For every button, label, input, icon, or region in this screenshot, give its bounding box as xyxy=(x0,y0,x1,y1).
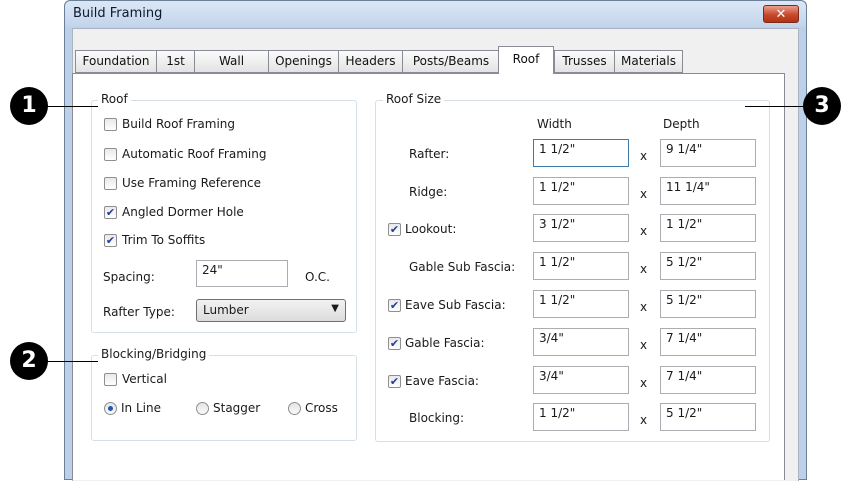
rafter-type-select[interactable]: Lumber ▼ xyxy=(196,299,346,322)
rafter-type-label: Rafter Type: xyxy=(103,305,175,319)
automatic-roof-framing-checkbox[interactable] xyxy=(104,148,117,161)
eave-fascia-width-input[interactable]: 3/4" xyxy=(533,366,629,394)
callout-2-line xyxy=(46,361,98,362)
use-framing-reference-label: Use Framing Reference xyxy=(122,176,262,190)
blocking-depth-input[interactable]: 5 1/2" xyxy=(660,403,756,431)
rafter-label: Rafter: xyxy=(409,147,450,161)
close-button[interactable]: ✕ xyxy=(763,5,799,23)
eave-fascia-x-separator: x xyxy=(640,376,648,390)
tab-materials[interactable]: Materials xyxy=(614,50,683,73)
ridge-x-separator: x xyxy=(640,187,648,201)
lookout-width-input[interactable]: 3 1/2" xyxy=(533,214,629,242)
dialog-title: Build Framing xyxy=(73,6,163,21)
gable-sub-fascia-x-separator: x xyxy=(640,262,648,276)
in-line-label: In Line xyxy=(121,401,161,415)
use-framing-reference-checkbox[interactable] xyxy=(104,177,117,190)
lookout-x-separator: x xyxy=(640,224,648,238)
tab-headers[interactable]: Headers xyxy=(338,50,403,73)
rafter-width-input[interactable]: 1 1/2" xyxy=(533,139,629,167)
ridge-depth-input[interactable]: 11 1/4" xyxy=(660,177,756,205)
gable-fascia-label: Gable Fascia: xyxy=(405,336,485,350)
tab-posts-beams[interactable]: Posts/Beams xyxy=(402,50,500,73)
gable-sub-fascia-label: Gable Sub Fascia: xyxy=(409,260,516,274)
vertical-checkbox[interactable] xyxy=(104,373,117,386)
vertical-label: Vertical xyxy=(122,372,167,386)
tab-trusses[interactable]: Trusses xyxy=(554,50,615,73)
callout-3-line xyxy=(745,106,805,107)
trim-to-soffits-checkbox[interactable]: ✔ xyxy=(104,234,117,247)
spacing-input[interactable]: 24" xyxy=(196,260,288,287)
lookout-depth-input[interactable]: 1 1/2" xyxy=(660,214,756,242)
spacing-label: Spacing: xyxy=(103,270,155,284)
blocking-width-input[interactable]: 1 1/2" xyxy=(533,403,629,431)
build-roof-framing-checkbox[interactable] xyxy=(104,118,117,131)
rafter-depth-input[interactable]: 9 1/4" xyxy=(660,139,756,167)
tab-roof[interactable]: Roof xyxy=(498,46,554,74)
chevron-down-icon: ▼ xyxy=(331,303,339,314)
roof-size-legend: Roof Size xyxy=(383,92,445,106)
gable-fascia-width-input[interactable]: 3/4" xyxy=(533,328,629,356)
spacing-unit-label: O.C. xyxy=(305,270,330,284)
blocking-label: Blocking: xyxy=(409,411,465,425)
rafter-type-value: Lumber xyxy=(203,303,249,317)
eave-sub-fascia-x-separator: x xyxy=(640,300,648,314)
callout-1: 1 xyxy=(10,87,48,125)
eave-fascia-depth-input[interactable]: 7 1/4" xyxy=(660,366,756,394)
tab-1st[interactable]: 1st xyxy=(156,50,195,73)
callout-3: 3 xyxy=(803,87,841,125)
gable-sub-fascia-depth-input[interactable]: 5 1/2" xyxy=(660,252,756,280)
ridge-width-input[interactable]: 1 1/2" xyxy=(533,177,629,205)
eave-fascia-label: Eave Fascia: xyxy=(405,374,479,388)
gable-fascia-x-separator: x xyxy=(640,338,648,352)
eave-fascia-checkbox[interactable]: ✔ xyxy=(388,375,401,388)
cross-radio[interactable] xyxy=(288,402,301,415)
build-roof-framing-label: Build Roof Framing xyxy=(122,117,236,131)
tab-wall[interactable]: Wall xyxy=(194,50,269,73)
eave-sub-fascia-depth-input[interactable]: 5 1/2" xyxy=(660,290,756,318)
tab-foundation[interactable]: Foundation xyxy=(75,50,157,73)
callout-1-line xyxy=(46,106,98,107)
cross-label: Cross xyxy=(305,401,338,415)
gable-sub-fascia-width-input[interactable]: 1 1/2" xyxy=(533,252,629,280)
in-line-radio[interactable] xyxy=(104,402,117,415)
width-column-header: Width xyxy=(537,117,572,131)
lookout-checkbox[interactable]: ✔ xyxy=(388,223,401,236)
tab-openings[interactable]: Openings xyxy=(268,50,339,73)
stagger-label: Stagger xyxy=(213,401,261,415)
roof-group-legend: Roof xyxy=(98,92,131,106)
eave-sub-fascia-label: Eave Sub Fascia: xyxy=(405,298,506,312)
angled-dormer-hole-checkbox[interactable]: ✔ xyxy=(104,206,117,219)
blocking-x-separator: x xyxy=(640,413,648,427)
trim-to-soffits-label: Trim To Soffits xyxy=(122,233,206,247)
callout-2: 2 xyxy=(10,342,48,380)
angled-dormer-hole-label: Angled Dormer Hole xyxy=(122,205,244,219)
eave-sub-fascia-width-input[interactable]: 1 1/2" xyxy=(533,290,629,318)
blocking-group xyxy=(91,355,357,441)
eave-sub-fascia-checkbox[interactable]: ✔ xyxy=(388,299,401,312)
blocking-group-legend: Blocking/Bridging xyxy=(98,347,210,361)
automatic-roof-framing-label: Automatic Roof Framing xyxy=(122,147,267,161)
title-bar[interactable]: Build Framing ✕ xyxy=(65,1,806,27)
gable-fascia-depth-input[interactable]: 7 1/4" xyxy=(660,328,756,356)
ridge-label: Ridge: xyxy=(409,185,448,199)
rafter-x-separator: x xyxy=(640,149,648,163)
depth-column-header: Depth xyxy=(663,117,700,131)
gable-fascia-checkbox[interactable]: ✔ xyxy=(388,337,401,350)
lookout-label: Lookout: xyxy=(405,222,457,236)
stagger-radio[interactable] xyxy=(196,402,209,415)
